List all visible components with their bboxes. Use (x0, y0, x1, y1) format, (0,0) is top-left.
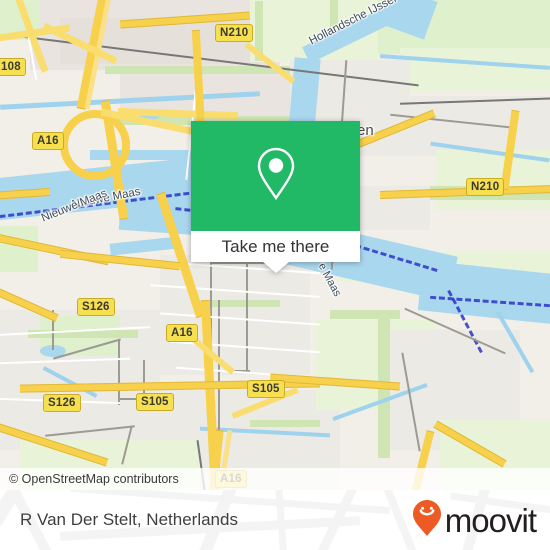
road-shield-n210[interactable]: N210 (466, 178, 505, 196)
destination-popup-card[interactable]: Take me there (191, 121, 360, 273)
map-pin-icon (255, 146, 297, 207)
road-shield-s108[interactable]: 108 (0, 58, 26, 76)
road-shield-s105[interactable]: S105 (247, 380, 285, 398)
landuse-grass-b (400, 48, 550, 92)
road-shield-s126[interactable]: S126 (77, 298, 115, 316)
minor-road-long-c (246, 262, 248, 370)
page-footer: R Van Der Stelt, Netherlands moovit (0, 490, 550, 550)
moovit-pin-smiley-icon (412, 499, 442, 542)
landuse-park-e (330, 310, 400, 319)
location-title: R Van Der Stelt, Netherlands (20, 510, 238, 529)
moovit-wordmark: moovit (444, 501, 537, 539)
road-shield-a16[interactable]: A16 (166, 324, 198, 342)
map-attribution[interactable]: © OpenStreetMap contributors (0, 468, 550, 490)
landuse-park-h (250, 420, 320, 427)
landuse-park-g (210, 300, 280, 307)
take-me-there-button[interactable]: Take me there (191, 231, 360, 262)
popup-pointer-tail (262, 262, 289, 273)
moovit-map-page: Hollandsche IJssel Nieuwe Maas Nieuwe Ma… (0, 0, 550, 550)
minor-road-loop-c (118, 340, 120, 405)
road-shield-n210[interactable]: N210 (215, 24, 254, 42)
minor-road-long-b (210, 262, 270, 264)
road-shield-s126[interactable]: S126 (43, 394, 81, 412)
road-shield-s105[interactable]: S105 (136, 393, 174, 411)
motorway-interchange-loop (60, 110, 130, 180)
popup-icon-area (191, 121, 360, 231)
take-me-there-label: Take me there (221, 236, 330, 256)
road-shield-a16[interactable]: A16 (32, 132, 64, 150)
moovit-logo[interactable]: moovit (412, 499, 537, 542)
